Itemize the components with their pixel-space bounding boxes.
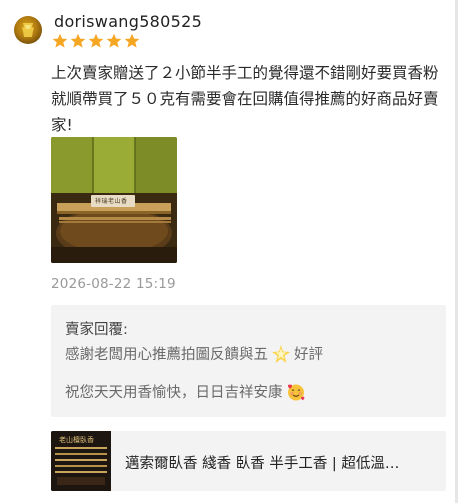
seller-reply-line-2: 祝您天天用香愉快，日日吉祥安康 [65, 381, 309, 402]
product-title[interactable]: 邁索爾臥香 綫香 臥香 半手工香 | 超低溫… [125, 452, 435, 473]
seller-reply-line-1: 感謝老闆用心推薦拍圖反饋與五 好評 [65, 343, 323, 364]
sparkle-star-icon [272, 344, 290, 363]
seller-reply-box: 賣家回覆: 感謝老闆用心推薦拍圖反饋與五 好評 祝您天天用香愉快，日日吉祥安康 [51, 305, 446, 417]
photo-plaque-text: 祥瑞老山香 [95, 198, 128, 205]
product-thumb-text: 老山檀臥香 [59, 436, 94, 444]
reviewer-username[interactable]: doriswang580525 [54, 12, 202, 31]
star-icon [88, 33, 104, 48]
smiling-face-with-hearts-icon [287, 384, 304, 400]
review-text: 上次賣家贈送了２小節半手工的覺得還不錯剛好要買香粉就順帶買了５０克有需要會在回購… [51, 64, 439, 134]
seller-reply-text-1b: 好評 [294, 347, 323, 363]
seller-reply-text-1: 感謝老闆用心推薦拍圖反饋與五 [65, 347, 268, 363]
rating-stars [52, 33, 140, 51]
user-avatar[interactable] [14, 16, 42, 44]
star-icon [106, 33, 122, 48]
seller-reply-text-2: 祝您天天用香愉快，日日吉祥安康 [65, 385, 283, 401]
product-thumbnail[interactable]: 老山檀臥香 [51, 431, 111, 491]
review-photo[interactable]: 祥瑞老山香 [51, 137, 177, 263]
review-header: doriswang580525 [14, 12, 434, 52]
product-card[interactable]: 老山檀臥香 邁索爾臥香 綫香 臥香 半手工香 | 超低溫… [51, 431, 446, 491]
star-icon [70, 33, 86, 48]
review-timestamp: 2026-08-22 15:19 [51, 276, 176, 292]
star-icon [52, 33, 68, 48]
star-icon [124, 33, 140, 48]
scrollbar[interactable] [455, 0, 458, 503]
seller-reply-title: 賣家回覆: [65, 322, 128, 338]
